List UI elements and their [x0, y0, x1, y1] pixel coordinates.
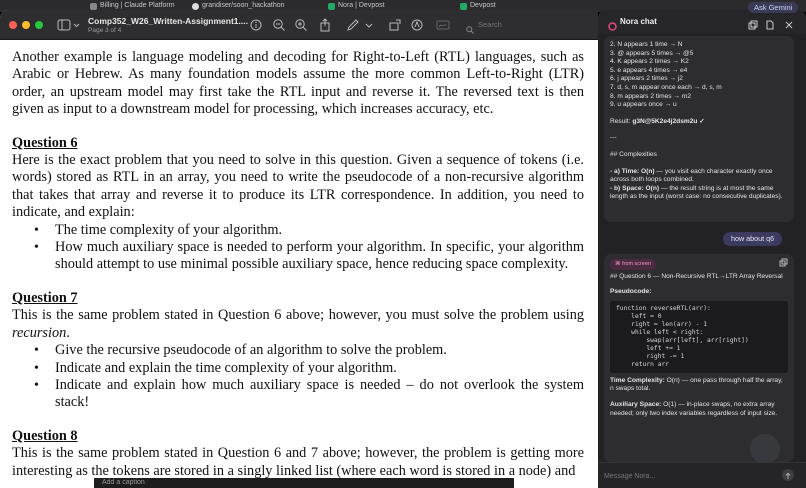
message-line: 5. e appears 4 times → e4: [610, 66, 688, 74]
answer-heading: ## Question 6 — Non-Recursive RTL→LTR Ar…: [610, 272, 783, 280]
list-item: The time complexity of your algorithm.: [34, 222, 584, 240]
search-input[interactable]: Search: [462, 18, 592, 32]
message-line: 6. j appears 2 times → j2: [610, 75, 683, 83]
result-line: Result: g3N@5K2e4j2dsm2u ✓: [610, 117, 705, 125]
chat-input-bar: [598, 462, 806, 488]
signature-icon[interactable]: [436, 18, 450, 32]
zoom-out-icon[interactable]: [272, 18, 286, 32]
document-page: Another example is language modeling and…: [0, 40, 598, 488]
close-icon[interactable]: [784, 17, 794, 29]
list-item: How much auxiliary space is needed to pe…: [34, 239, 584, 274]
search-icon: [466, 21, 474, 39]
question-7-heading: Question 7: [12, 289, 78, 306]
result-value: g3N@5K2e4j2dsm2u ✓: [632, 117, 705, 125]
send-button[interactable]: [782, 469, 794, 481]
message-line: 9. u appears once → u: [610, 101, 677, 109]
question-6-heading: Question 6: [12, 134, 78, 151]
markup-pen-icon[interactable]: [346, 18, 360, 32]
preview-toolbar: Comp352_W26_Written-Assignment1.... Page…: [0, 10, 598, 40]
complexity-a: - a) Time: O(n) — you visit each charact…: [610, 167, 773, 184]
complexities-heading: ## Complexities: [610, 150, 657, 158]
copy-icon[interactable]: [779, 258, 788, 271]
rotate-icon[interactable]: [388, 18, 402, 32]
message-line: 4. K appears 2 times → K2: [610, 58, 689, 66]
separator: ---: [610, 134, 617, 142]
chevron-down-icon[interactable]: [365, 18, 373, 32]
emphasis-text: recursion: [12, 324, 67, 341]
message-line: 3. @ appears 5 times → @5: [610, 49, 694, 57]
question-7-bullets: Give the recursive pseudocode of an algo…: [12, 342, 584, 412]
auxiliary-space: Auxiliary Space: O(1) — in-place swaps, …: [610, 400, 778, 417]
code-block[interactable]: function reverseRTL(arr): left = 0 right…: [610, 300, 788, 373]
complexity-b: - b) Space: O(n) — the result string is …: [610, 184, 783, 201]
question-7-body: This is the same problem stated in Quest…: [12, 307, 584, 341]
document-icon[interactable]: [765, 17, 775, 30]
fullscreen-window-button[interactable]: [35, 21, 43, 29]
time-complexity: Time Complexity: O(n) — one pass through…: [610, 376, 783, 393]
message-line: 8. m appears 2 times → m2: [610, 92, 691, 100]
share-icon[interactable]: [318, 18, 332, 32]
ask-gemini-button[interactable]: Ask Gemini: [748, 2, 799, 13]
caption-input[interactable]: Add a caption: [94, 478, 514, 488]
chat-header: Nora chat: [598, 10, 806, 34]
pseudocode-label: Pseudocode:: [610, 288, 652, 296]
question-8-body: This is the same problem stated in Quest…: [12, 445, 584, 479]
devpost-icon: [328, 3, 335, 10]
list-item: Indicate and explain how much auxiliary …: [34, 377, 584, 412]
question-8-heading: Question 8: [12, 427, 78, 444]
document-title[interactable]: Comp352_W26_Written-Assignment1....: [88, 16, 248, 26]
close-window-button[interactable]: [9, 21, 17, 29]
floating-action-button[interactable]: [750, 434, 780, 464]
nora-logo-icon: [608, 18, 617, 36]
sidebar-toggle-icon[interactable]: [57, 18, 81, 32]
assistant-message: ⌘ from screen ## Question 6 — Non-Recurs…: [604, 254, 794, 462]
copy-icon[interactable]: [748, 17, 758, 30]
window-controls: [9, 21, 43, 29]
zoom-in-icon[interactable]: [294, 18, 308, 32]
message-input[interactable]: [604, 469, 774, 483]
question-6-body: Here is the exact problem that you need …: [12, 152, 584, 221]
list-item: Indicate and explain the time complexity…: [34, 360, 584, 378]
annotate-icon[interactable]: [410, 18, 424, 32]
message-line: 7. d, s, m appear once each → d, s, m: [610, 83, 722, 91]
question-6-bullets: The time complexity of your algorithm. H…: [12, 222, 584, 274]
preview-window: Comp352_W26_Written-Assignment1.... Page…: [0, 10, 598, 488]
github-icon: [192, 3, 199, 10]
devpost-icon: [460, 3, 467, 10]
nora-chat-panel: Nora chat 2. N appears 1 time → N 3. @ a…: [598, 10, 806, 488]
assistant-message: 2. N appears 1 time → N 3. @ appears 5 t…: [604, 36, 794, 222]
list-item: Give the recursive pseudocode of an algo…: [34, 342, 584, 360]
from-screen-badge: ⌘ from screen: [610, 259, 657, 270]
minimize-window-button[interactable]: [22, 21, 30, 29]
user-message: how about q6: [723, 232, 783, 246]
info-icon[interactable]: [249, 18, 263, 32]
claude-icon: [90, 3, 97, 10]
intro-paragraph: Another example is language modeling and…: [12, 49, 584, 118]
chat-title: Nora chat: [620, 17, 657, 26]
message-line: 2. N appears 1 time → N: [610, 41, 683, 48]
page-indicator: Page 3 of 4: [88, 27, 122, 34]
